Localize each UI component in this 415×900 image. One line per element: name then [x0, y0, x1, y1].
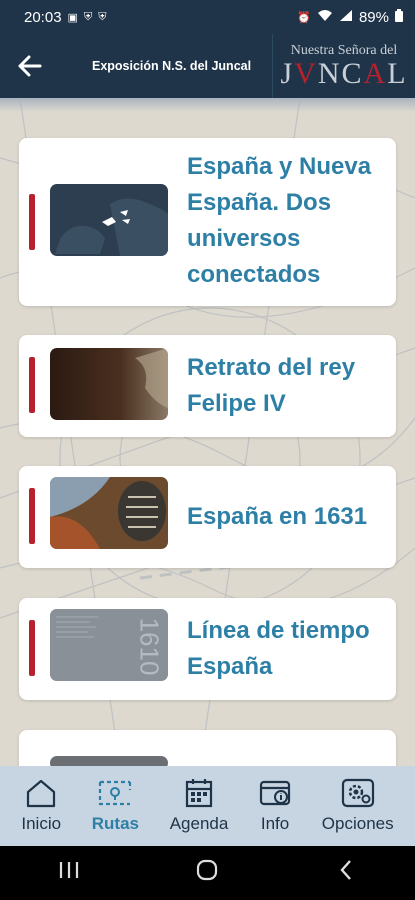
settings-icon — [341, 778, 374, 808]
nav-info[interactable]: Info — [259, 778, 291, 834]
recents-icon — [60, 862, 79, 878]
system-navigation-bar — [0, 846, 415, 900]
wifi-icon — [317, 9, 333, 25]
card-thumbnail-painting — [50, 477, 168, 549]
home-icon — [27, 779, 56, 808]
battery-level: 89% — [358, 8, 389, 26]
clock: 20:03 — [24, 8, 62, 26]
timeline-year-text: 1610 — [134, 617, 165, 676]
status-bar: 20:03 ▣ ⛨ ⛨ ⏰ 89% — [0, 0, 415, 34]
info-icon — [259, 780, 291, 806]
alarm-icon: ⏰ — [297, 11, 311, 24]
card-title: Retrato del rey Felipe IV — [187, 354, 356, 417]
card-accent — [29, 194, 35, 250]
gallery-icon: ▣ — [67, 11, 78, 24]
battery-icon — [395, 8, 403, 26]
nav-rutas[interactable]: Rutas — [92, 778, 139, 834]
recent-apps-button[interactable] — [39, 859, 99, 887]
juncal-logo: Nuestra Señora del JVNCAL — [272, 34, 415, 98]
app-header: Exposición N.S. del Juncal Nuestra Señor… — [0, 34, 415, 98]
shield-icon: ⛨ — [83, 10, 93, 23]
nav-agenda[interactable]: Agenda — [170, 778, 228, 834]
route-card[interactable]: Retrato del rey Felipe IV — [19, 335, 396, 437]
card-thumbnail-portrait — [50, 348, 168, 420]
back-system-button[interactable] — [316, 859, 376, 888]
route-card[interactable]: España y Nueva España. Dos universos con… — [19, 138, 396, 306]
card-thumbnail-timeline: 1610 — [50, 609, 168, 681]
signal-icon — [339, 9, 353, 25]
nav-inicio[interactable]: Inicio — [21, 778, 61, 834]
card-title: España y Nueva España. Dos universos con… — [187, 153, 372, 288]
header-shadow — [0, 98, 415, 112]
bottom-navigation: Inicio Rutas Agenda Info Opciones — [0, 766, 415, 846]
home-system-button[interactable] — [177, 859, 237, 888]
route-icon — [99, 780, 132, 806]
card-accent — [29, 620, 35, 676]
page-title: Exposición N.S. del Juncal — [92, 59, 252, 73]
arrow-left-icon — [18, 55, 42, 77]
shield-icon: ⛨ — [98, 10, 107, 23]
card-title: Línea de tiempo España — [187, 617, 370, 680]
card-title: España en 1631 — [187, 503, 368, 530]
nav-opciones[interactable]: Opciones — [322, 778, 394, 834]
card-accent — [29, 357, 35, 413]
route-card[interactable]: 1610 Línea de tiempo España — [19, 598, 396, 700]
circle-home-icon — [197, 859, 218, 880]
back-button[interactable] — [0, 34, 60, 98]
chevron-left-icon — [340, 859, 351, 880]
card-thumbnail-globe — [50, 184, 168, 256]
route-card[interactable]: España en 1631 — [19, 466, 396, 568]
calendar-icon — [185, 779, 213, 808]
card-accent — [29, 488, 35, 544]
